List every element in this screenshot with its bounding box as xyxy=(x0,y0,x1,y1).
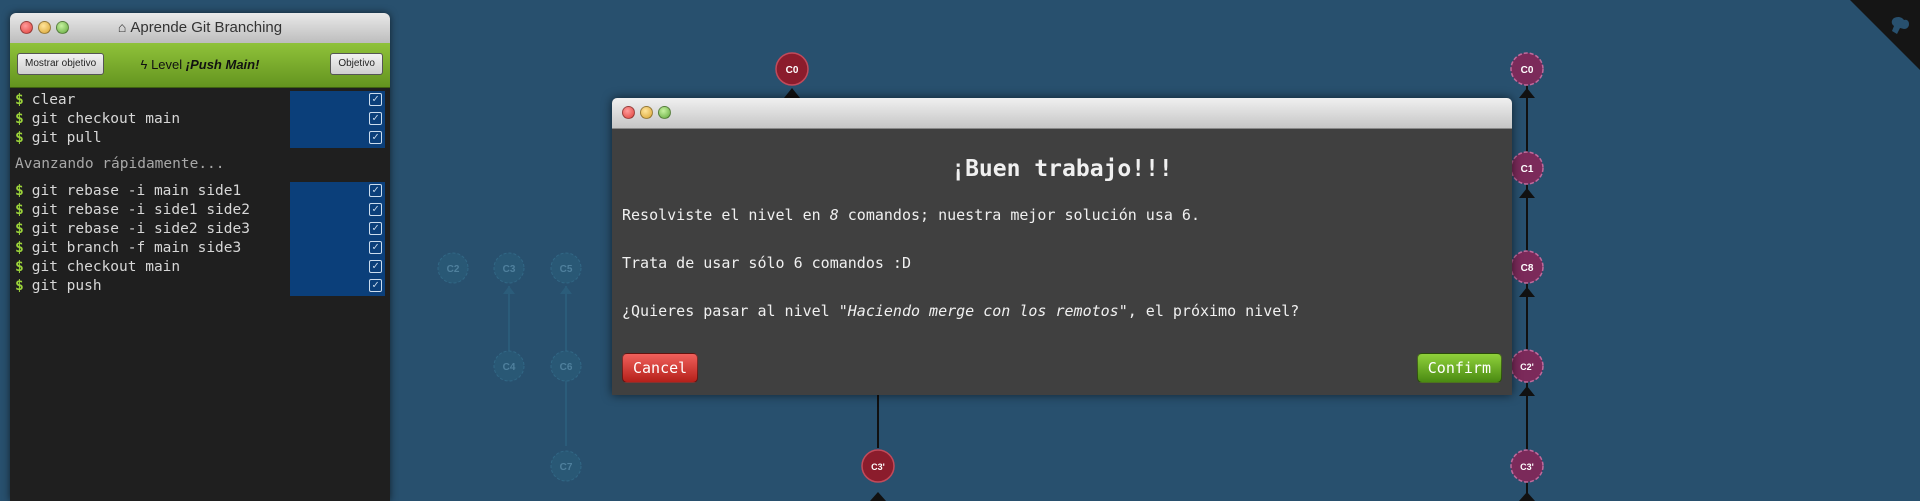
dialog-titlebar xyxy=(612,98,1512,129)
command-history: $ clear ✓ $ git checkout main ✓ $ git pull ✓ Avan… xyxy=(10,88,390,296)
prompt-symbol: $ xyxy=(15,278,24,294)
command-text: git rebase -i side1 side2 xyxy=(31,202,250,218)
confirm-button[interactable]: Confirm xyxy=(1416,353,1502,383)
terminal-titlebar: ⌂ Aprende Git Branching xyxy=(10,13,390,43)
command-text: git pull xyxy=(31,130,102,146)
checkbox-icon: ✓ xyxy=(369,131,382,144)
command-line: $ git rebase -i main side1 ✓ xyxy=(10,182,390,201)
checkbox-icon: ✓ xyxy=(369,93,382,106)
command-line: $ git checkout main ✓ xyxy=(10,110,390,129)
checkbox-icon: ✓ xyxy=(369,260,382,273)
commit-node[interactable]: C5 xyxy=(550,252,582,284)
commit-node[interactable]: C2 xyxy=(437,252,469,284)
commit-label: C2' xyxy=(1520,362,1534,372)
commit-label: C4 xyxy=(503,362,516,373)
commit-node[interactable]: C1 xyxy=(1510,151,1544,185)
prompt-symbol: $ xyxy=(15,92,24,108)
prompt-symbol: $ xyxy=(15,183,24,199)
command-count: 8 xyxy=(829,206,839,224)
command-line: $ git checkout main ✓ xyxy=(10,258,390,277)
next-level-question: ¿Quieres pasar al nivel "Haciendo merge … xyxy=(622,302,1300,320)
checkbox-icon: ✓ xyxy=(369,112,382,125)
octocat-icon[interactable] xyxy=(1850,0,1920,70)
commit-node[interactable]: C3 xyxy=(493,252,525,284)
command-text: clear xyxy=(31,92,76,108)
commit-label: C8 xyxy=(1521,263,1534,274)
app-title: Aprende Git Branching xyxy=(130,19,283,36)
commit-label: C0 xyxy=(786,65,799,76)
command-line: $ git branch -f main side3 ✓ xyxy=(10,239,390,258)
commit-label: C3' xyxy=(871,462,885,472)
commit-label: C3 xyxy=(503,264,516,275)
home-icon: ⌂ xyxy=(117,19,127,35)
result-text: Resolviste el nivel en 8 comandos; nuest… xyxy=(622,206,1200,224)
command-text: git push xyxy=(31,278,102,294)
prompt-symbol: $ xyxy=(15,111,24,127)
goal-button[interactable]: Objetivo xyxy=(330,53,383,75)
commit-label: C1 xyxy=(1521,164,1534,175)
commit-label: C7 xyxy=(560,462,573,473)
level-toolbar: Mostrar objetivo ϟ Level ¡Push Main! Obj… xyxy=(10,43,390,88)
window-controls xyxy=(622,106,671,119)
commit-node[interactable]: C0 xyxy=(775,52,809,86)
checkbox-icon: ✓ xyxy=(369,222,382,235)
prompt-symbol: $ xyxy=(15,259,24,275)
command-line: $ git pull ✓ xyxy=(10,129,390,148)
minimize-icon[interactable] xyxy=(640,106,653,119)
checkbox-icon: ✓ xyxy=(369,184,382,197)
command-text: git checkout main xyxy=(31,111,181,127)
checkbox-icon: ✓ xyxy=(369,279,382,292)
commit-label: C6 xyxy=(560,362,573,373)
commit-label: C0 xyxy=(1521,65,1534,76)
close-icon[interactable] xyxy=(622,106,635,119)
command-line: $ git rebase -i side1 side2 ✓ xyxy=(10,201,390,220)
commit-node[interactable]: C3' xyxy=(1510,449,1544,483)
command-line: $ git rebase -i side2 side3 ✓ xyxy=(10,220,390,239)
level-prefix: Level xyxy=(151,57,183,72)
checkbox-icon: ✓ xyxy=(369,203,382,216)
commit-node[interactable]: C4 xyxy=(493,350,525,382)
command-text: git checkout main xyxy=(31,259,181,275)
terminal-window: ⌂ Aprende Git Branching Mostrar objetivo … xyxy=(10,13,390,501)
commit-label: C5 xyxy=(560,264,573,275)
commit-label: C2 xyxy=(447,264,460,275)
hint-text: Trata de usar sólo 6 comandos :D xyxy=(622,254,911,272)
commit-node[interactable]: C2' xyxy=(1510,349,1544,383)
commit-label: C3' xyxy=(1520,462,1534,472)
command-line: $ git push ✓ xyxy=(10,277,390,296)
cancel-button[interactable]: Cancel xyxy=(622,353,699,383)
prompt-symbol: $ xyxy=(15,240,24,256)
prompt-symbol: $ xyxy=(15,130,24,146)
checkbox-icon: ✓ xyxy=(369,241,382,254)
next-level-name: "Haciendo merge con los remotos" xyxy=(838,302,1128,320)
dialog-body: ¡Buen trabajo!!! Resolviste el nivel en … xyxy=(612,156,1512,326)
dialog-heading: ¡Buen trabajo!!! xyxy=(951,156,1173,182)
bolt-icon: ϟ xyxy=(140,57,148,72)
fast-forward-note: Avanzando rápidamente... xyxy=(15,156,225,172)
window-title: ⌂ Aprende Git Branching xyxy=(10,19,390,36)
command-line: $ clear ✓ xyxy=(10,91,390,110)
command-text: git branch -f main side3 xyxy=(31,240,242,256)
commit-node[interactable]: C0 xyxy=(1510,52,1544,86)
level-name: ¡Push Main! xyxy=(185,57,260,72)
command-text: git rebase -i main side1 xyxy=(31,183,242,199)
commit-node[interactable]: C8 xyxy=(1510,250,1544,284)
maximize-icon[interactable] xyxy=(658,106,671,119)
prompt-symbol: $ xyxy=(15,221,24,237)
prompt-symbol: $ xyxy=(15,202,24,218)
command-text: git rebase -i side2 side3 xyxy=(31,221,250,237)
level-complete-dialog: ¡Buen trabajo!!! Resolviste el nivel en … xyxy=(612,98,1512,395)
commit-node[interactable]: C6 xyxy=(550,350,582,382)
commit-node[interactable]: C3' xyxy=(861,449,895,483)
commit-node[interactable]: C7 xyxy=(550,450,582,482)
